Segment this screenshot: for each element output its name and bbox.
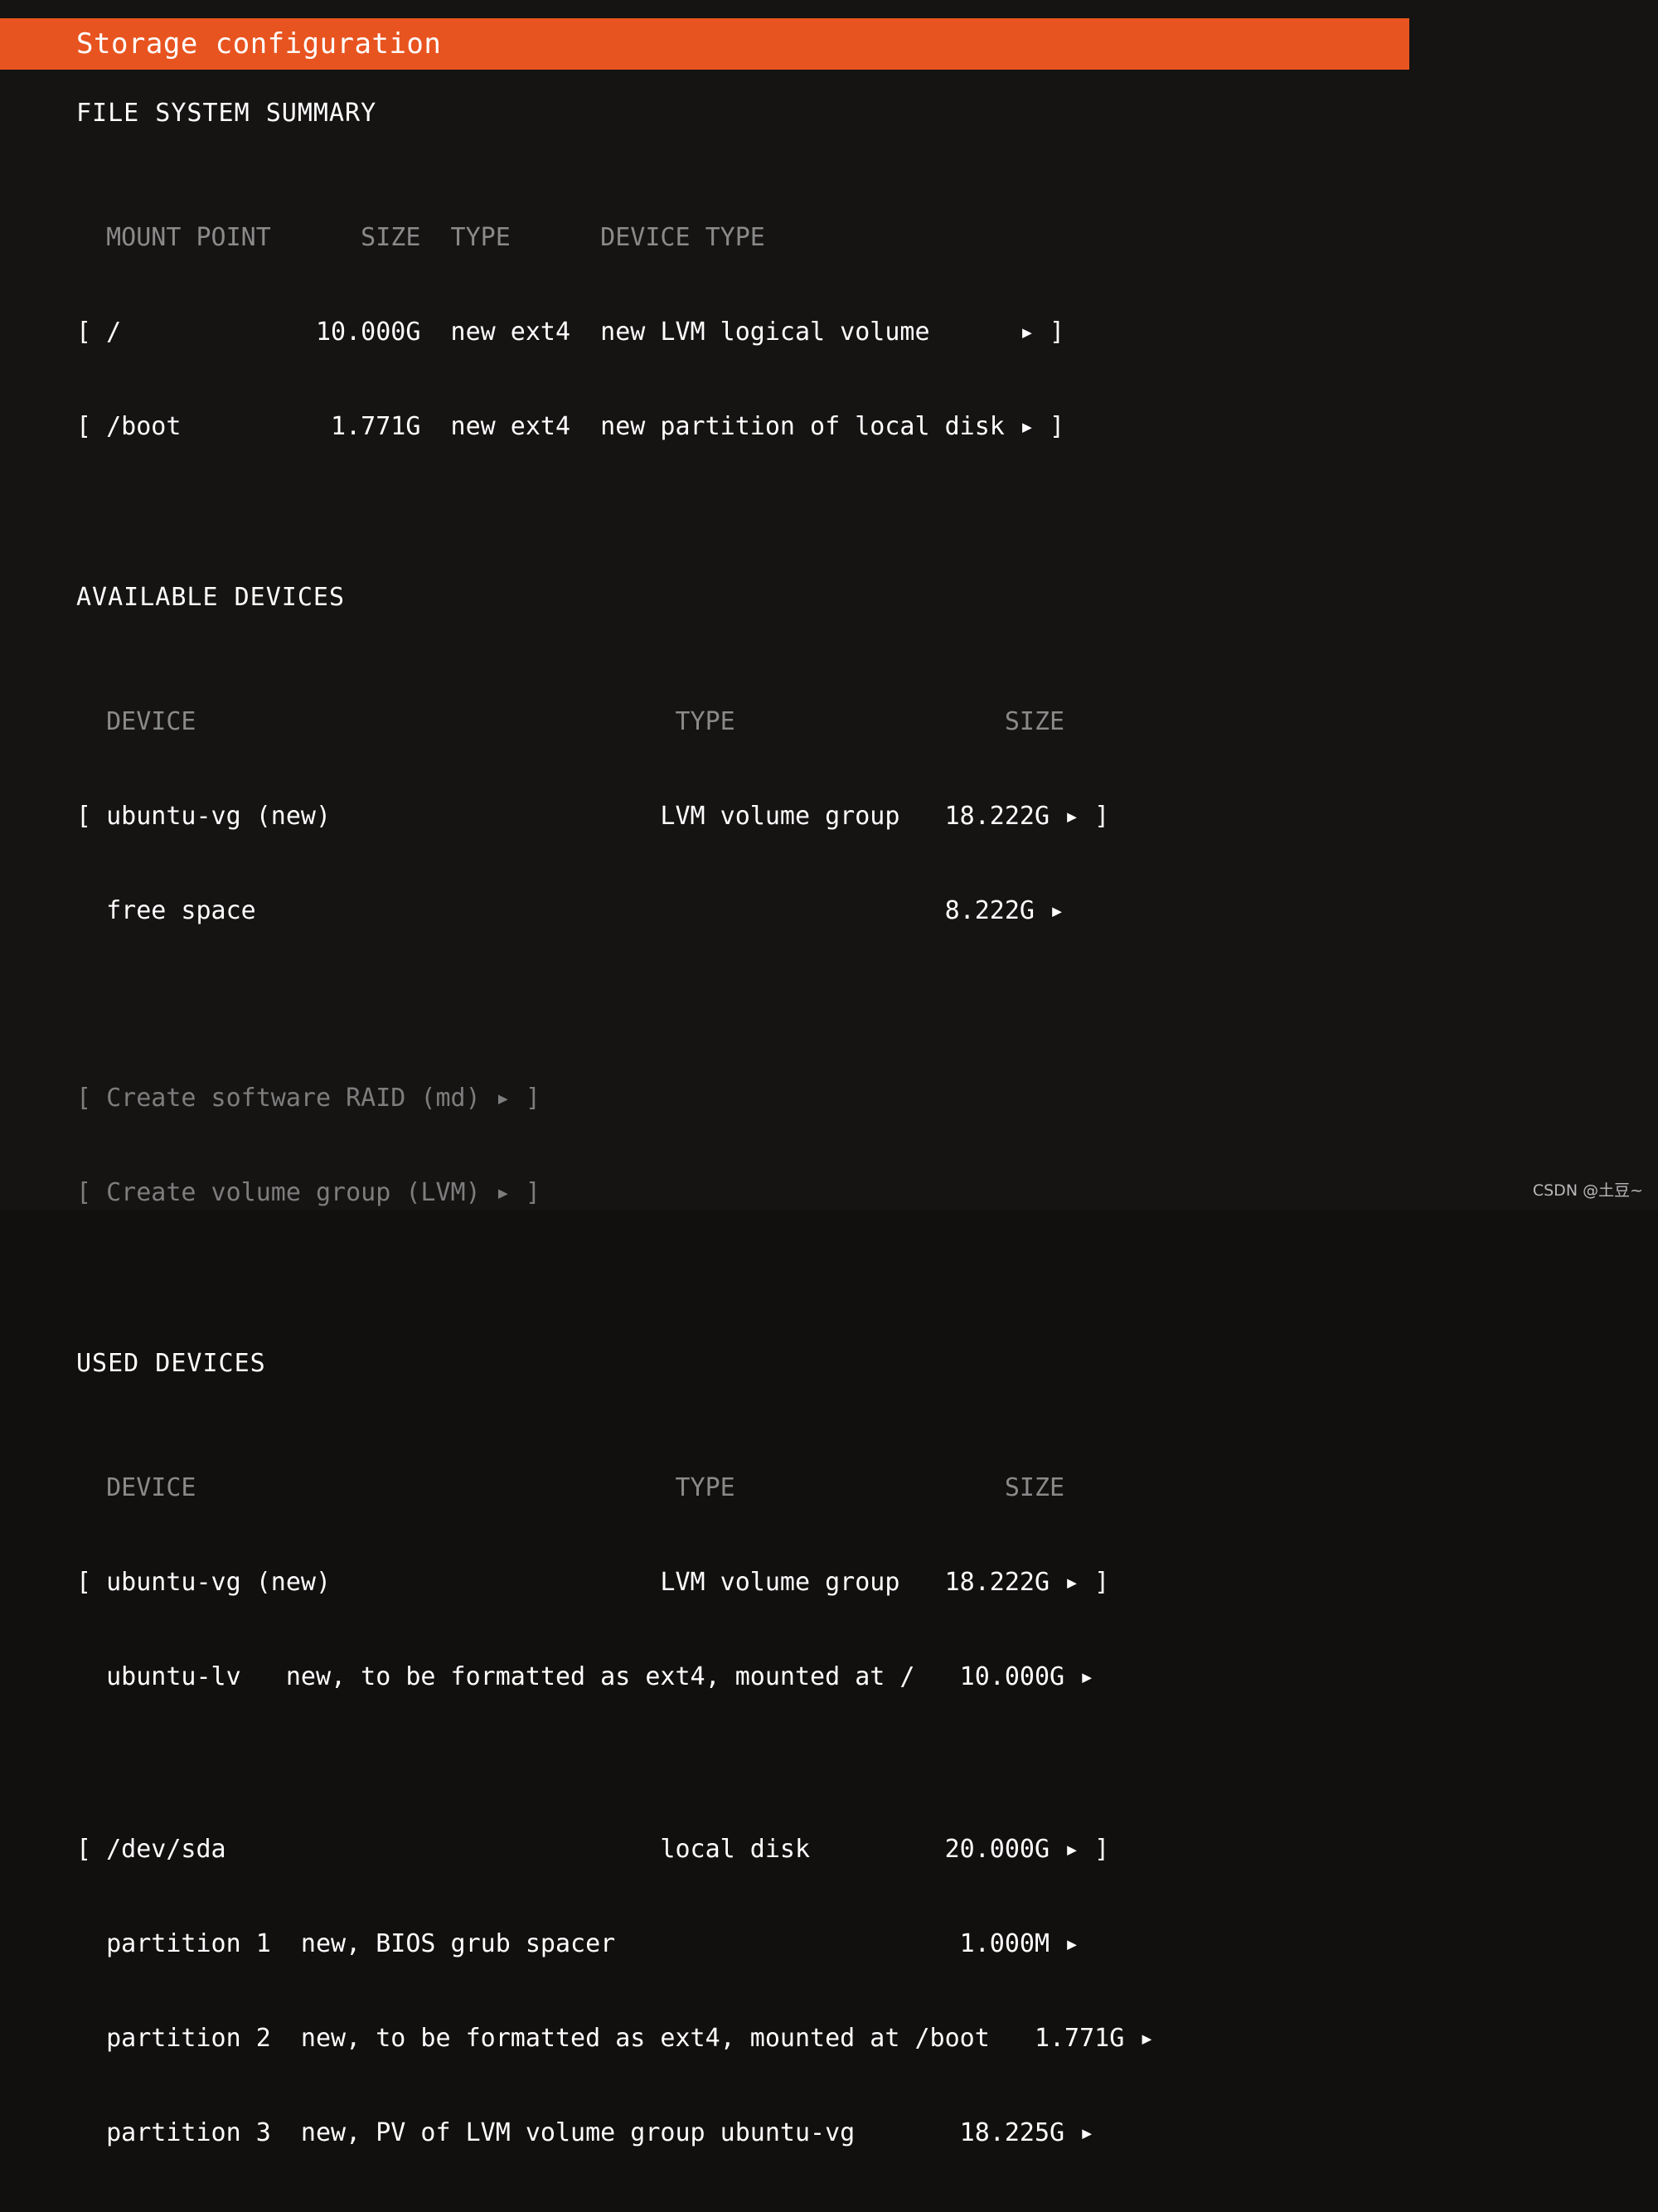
table-header-row: DEVICE TYPE SIZE <box>76 1473 1065 1502</box>
page-title: Storage configuration <box>76 27 442 61</box>
table-row[interactable]: partition 3 new, PV of LVM volume group … <box>0 2117 1658 2149</box>
storage-config-body: FILE SYSTEM SUMMARY MOUNT POINT SIZE TYP… <box>0 83 1658 2212</box>
table-row[interactable]: [ /dev/sda local disk 20.000G ▸ ] <box>0 1834 1658 1865</box>
table-row[interactable]: [ ubuntu-vg (new) LVM volume group 18.22… <box>0 1567 1658 1598</box>
table-row[interactable]: partition 1 new, BIOS grub spacer 1.000M… <box>0 1928 1658 1960</box>
create-volume-group-button[interactable]: [ Create volume group (LVM) ▸ ] <box>0 1177 1658 1209</box>
create-software-raid-button[interactable]: [ Create software RAID (md) ▸ ] <box>0 1083 1658 1114</box>
table-header-row: DEVICE TYPE SIZE <box>76 707 1065 736</box>
section-title-filesystem-summary: FILE SYSTEM SUMMARY <box>76 99 377 128</box>
used-devices-table: DEVICE TYPE SIZE [ ubuntu-vg (new) LVM v… <box>0 1409 1658 2212</box>
section-title-available-devices: AVAILABLE DEVICES <box>76 583 346 612</box>
watermark: CSDN @土豆~ <box>1532 1181 1643 1200</box>
table-row[interactable]: partition 2 new, to be formatted as ext4… <box>0 2023 1658 2054</box>
table-row[interactable]: ubuntu-lv new, to be formatted as ext4, … <box>0 1661 1658 1693</box>
header-band: Storage configuration <box>0 18 1409 70</box>
table-row[interactable]: free space 8.222G ▸ <box>0 895 1658 927</box>
table-row[interactable]: [ / 10.000G new ext4 new LVM logical vol… <box>0 317 1658 348</box>
installer-screen: Storage configuration FILE SYSTEM SUMMAR… <box>0 0 1658 2147</box>
filesystem-summary-table: MOUNT POINT SIZE TYPE DEVICE TYPE [ / 10… <box>0 159 1658 506</box>
table-row[interactable]: [ /boot 1.771G new ext4 new partition of… <box>0 411 1658 443</box>
table-row[interactable]: [ ubuntu-vg (new) LVM volume group 18.22… <box>0 801 1658 832</box>
section-title-used-devices: USED DEVICES <box>76 1349 266 1378</box>
table-header-row: MOUNT POINT SIZE TYPE DEVICE TYPE <box>76 223 765 252</box>
available-devices-table: DEVICE TYPE SIZE [ ubuntu-vg (new) LVM v… <box>0 643 1658 1272</box>
